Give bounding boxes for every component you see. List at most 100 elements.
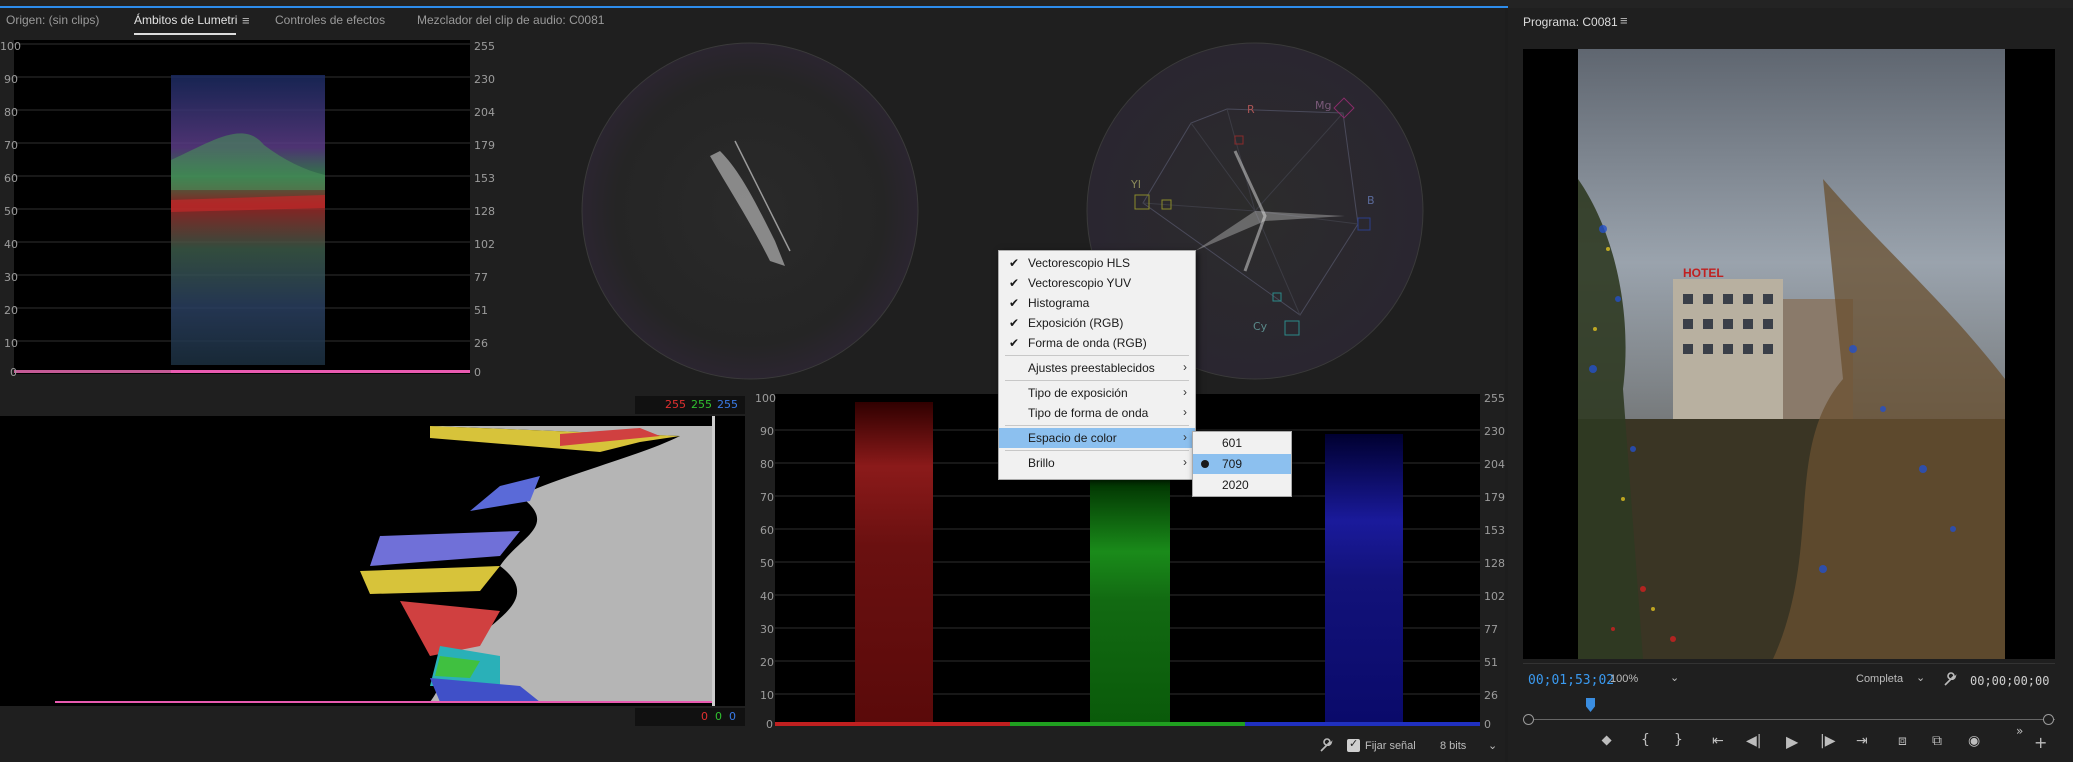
tick: 26 (474, 337, 488, 350)
menu-item-waveform-type[interactable]: Tipo de forma de onda › (999, 403, 1195, 423)
hls-vectorscope (580, 41, 920, 381)
menu-item-brightness[interactable]: Brillo › (999, 453, 1195, 473)
mark-in-icon[interactable]: { (1641, 732, 1650, 748)
tab-effect-controls[interactable]: Controles de efectos (275, 13, 385, 27)
menu-item-color-space[interactable]: Espacio de color › (999, 428, 1195, 448)
menu-item-presets[interactable]: Ajustes preestablecidos › (999, 358, 1195, 378)
go-to-in-icon[interactable]: ⇤ (1712, 733, 1724, 749)
menu-item-parade-rgb[interactable]: ✔ Exposición (RGB) (999, 313, 1195, 333)
tab-lumetri-scopes[interactable]: Ámbitos de Lumetri (134, 13, 237, 27)
timeline-ruler[interactable] (1523, 711, 2055, 725)
tick: 20 (760, 656, 774, 669)
histogram-b-min: 0 (729, 710, 736, 723)
more-controls-icon[interactable]: » (2016, 724, 2023, 738)
checkmark-icon: ✔ (1009, 256, 1020, 270)
zoom-value: 100% (1610, 673, 1639, 685)
export-frame-icon[interactable]: ◉ (1968, 733, 1980, 749)
menu-item-parade-type[interactable]: Tipo de exposición › (999, 383, 1195, 403)
tick: 179 (474, 139, 495, 152)
playhead[interactable] (1586, 698, 1595, 712)
tick: 70 (4, 139, 18, 152)
menu-item-hls-vectorscope[interactable]: ✔ Vectorescopio HLS (999, 253, 1195, 273)
menu-item-label: Ajustes preestablecidos (1028, 361, 1155, 375)
tick: 179 (1484, 491, 1505, 504)
top-accent-bar (0, 0, 2073, 8)
bit-depth-value: 8 bits (1440, 740, 1467, 752)
color-space-601[interactable]: 601 (1193, 433, 1291, 453)
menu-item-label: Forma de onda (RGB) (1028, 336, 1147, 350)
frame-divider (1523, 663, 2055, 664)
tick: 0 (10, 366, 17, 379)
tick: 20 (4, 304, 18, 317)
tick: 80 (760, 458, 774, 471)
chevron-right-icon: › (1183, 385, 1187, 399)
tick: 40 (760, 590, 774, 603)
settings-wrench-icon[interactable] (1942, 672, 1958, 691)
tick: 230 (474, 73, 495, 86)
current-timecode[interactable]: 00;01;53;02 (1528, 673, 1614, 688)
tick: 77 (1484, 623, 1498, 636)
target-label-cy: Cy (1253, 320, 1268, 333)
tick: 26 (1484, 689, 1498, 702)
chevron-right-icon: › (1183, 405, 1187, 419)
lift-icon[interactable]: ⧈ (1898, 733, 1907, 749)
submenu-item-label: 709 (1222, 457, 1243, 471)
hotel-sign: HOTEL (1683, 266, 1724, 280)
color-space-709[interactable]: 709 (1193, 454, 1291, 474)
clamp-signal-checkbox[interactable]: ✓ (1347, 738, 1360, 752)
tick: 153 (1484, 524, 1505, 537)
button-editor-plus-icon[interactable]: + (2034, 733, 2047, 752)
tick: 0 (474, 366, 481, 379)
submenu-item-label: 2020 (1222, 478, 1249, 492)
program-monitor-title: Programa: C0081 (1523, 15, 1618, 29)
menu-item-label: Vectorescopio HLS (1028, 256, 1131, 270)
extract-icon[interactable]: ⧉ (1932, 733, 1942, 749)
tick: 100 (0, 40, 21, 53)
histogram-g-min: 0 (715, 710, 722, 723)
panel-menu-icon[interactable]: ≡ (1620, 13, 1628, 28)
histogram-top-readout: 255 255 255 (635, 396, 745, 414)
tick: 128 (1484, 557, 1505, 570)
menu-item-label: Tipo de forma de onda (1028, 406, 1149, 420)
bit-depth-dropdown[interactable]: 8 bits ⌄ (1432, 737, 1500, 755)
add-marker-icon[interactable]: ⯁ (1601, 734, 1612, 750)
playback-resolution-dropdown[interactable]: Completa ⌄ (1850, 670, 1932, 690)
mark-out-icon[interactable]: } (1674, 732, 1683, 748)
tick: 102 (474, 238, 495, 251)
tick: 51 (1484, 656, 1498, 669)
color-space-2020[interactable]: 2020 (1193, 475, 1291, 495)
step-forward-icon[interactable]: |▶ (1820, 733, 1835, 749)
panel-tabs: Origen: (sin clips) Ámbitos de Lumetri ≡… (0, 10, 1505, 36)
play-icon[interactable]: ▶ (1786, 732, 1798, 751)
menu-item-histogram[interactable]: ✔ Histograma (999, 293, 1195, 313)
clamp-signal-label: Fijar señal (1365, 740, 1416, 752)
zoom-dropdown[interactable]: 100% ⌄ (1604, 670, 1686, 690)
tick: 90 (4, 73, 18, 86)
menu-item-label: Espacio de color (1028, 431, 1117, 445)
chevron-right-icon: › (1183, 360, 1187, 374)
target-label-r: R (1247, 103, 1255, 116)
histogram-b-max: 255 (717, 398, 738, 411)
tab-source[interactable]: Origen: (sin clips) (6, 13, 99, 27)
tick: 128 (474, 205, 495, 218)
go-to-out-icon[interactable]: ⇥ (1856, 733, 1868, 749)
tick: 153 (474, 172, 495, 185)
tab-audio-clip-mixer[interactable]: Mezclador del clip de audio: C0081 (417, 13, 604, 27)
settings-wrench-icon[interactable] (1318, 738, 1334, 757)
step-back-icon[interactable]: ◀| (1746, 733, 1761, 749)
tick: 50 (760, 557, 774, 570)
menu-item-waveform-rgb[interactable]: ✔ Forma de onda (RGB) (999, 333, 1195, 353)
checkmark-icon: ✔ (1009, 276, 1020, 290)
menu-item-yuv-vectorscope[interactable]: ✔ Vectorescopio YUV (999, 273, 1195, 293)
panel-menu-icon[interactable]: ≡ (242, 13, 250, 28)
menu-item-label: Exposición (RGB) (1028, 316, 1124, 330)
tick: 50 (4, 205, 18, 218)
checkmark-icon: ✔ (1009, 316, 1020, 330)
menu-separator (1005, 450, 1189, 451)
target-label-yl: YI (1131, 178, 1141, 191)
histogram-g-max: 255 (691, 398, 712, 411)
tick: 204 (1484, 458, 1505, 471)
chevron-down-icon: ⌄ (1916, 672, 1926, 684)
tick: 10 (4, 337, 18, 350)
histogram-bottom-readout: 0 0 0 (635, 708, 745, 726)
